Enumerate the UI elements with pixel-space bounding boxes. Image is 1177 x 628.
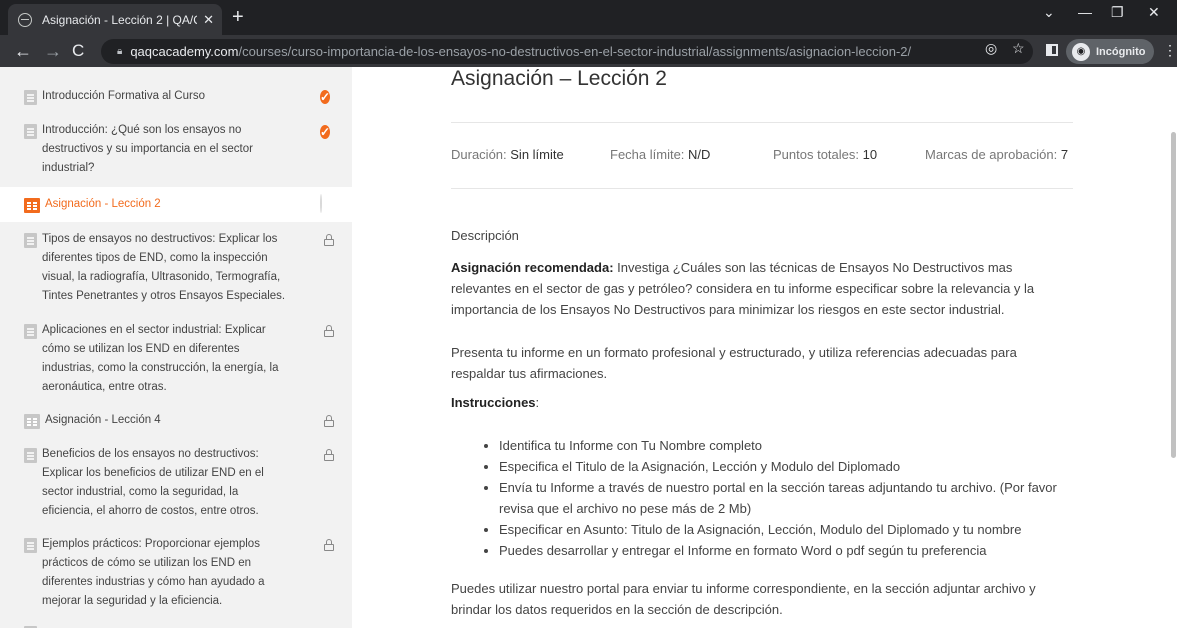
list-item: Puedes desarrollar y entregar el Informe… (499, 540, 1085, 561)
close-window-button[interactable]: ✕ (1148, 4, 1160, 21)
chevron-down-icon[interactable]: ⌄ (1043, 4, 1055, 21)
lock-icon (324, 449, 334, 461)
back-button[interactable]: ← (14, 40, 32, 62)
incomplete-circle-icon (320, 194, 322, 213)
url-path: /courses/curso-importancia-de-los-ensayo… (238, 44, 912, 59)
lesson-label: Ejemplos prácticos: Proporcionar ejemplo… (42, 538, 265, 607)
lesson-label: Asignación - Lección 2 (45, 198, 161, 210)
lock-icon (324, 539, 334, 551)
browser-tab-bar: Asignación - Lección 2 | QA/QC I ✕ + ⌄ —… (0, 0, 1177, 35)
menu-icon[interactable]: ⋮ (1163, 43, 1177, 57)
meta-deadline: Fecha límite: N/D (610, 147, 711, 162)
lesson-label: Tipos de ensayos no destructivos: Explic… (42, 233, 286, 302)
eye-off-icon[interactable]: ◎ (985, 40, 997, 57)
lesson-item[interactable]: Tipos de ensayos no destructivos: Explic… (0, 230, 352, 306)
lesson-item[interactable]: Introducción: ¿Qué son los ensayos no de… (0, 121, 352, 178)
url-domain: qaqcacademy.com (130, 44, 239, 59)
lesson-item[interactable]: Aplicaciones en el sector industrial: Ex… (0, 321, 352, 397)
reload-button[interactable]: C (72, 40, 84, 62)
lock-icon (324, 325, 334, 337)
meta-pass-marks: Marcas de aprobación: 7 (925, 147, 1069, 162)
list-item: Especificar en Asunto: Titulo de la Asig… (499, 519, 1085, 540)
incognito-label: Incógnito (1096, 45, 1146, 58)
scrollbar[interactable] (1171, 132, 1176, 458)
lesson-label: Introducción Formativa al Curso (42, 90, 205, 102)
lesson-label: Asignación - Lección 4 (45, 414, 161, 426)
document-icon (24, 538, 37, 553)
assignment-icon (24, 414, 40, 429)
meta-points: Puntos totales: 10 (773, 147, 878, 162)
lesson-item-partial[interactable] (0, 623, 352, 628)
lock-icon (324, 415, 334, 427)
incognito-profile-button[interactable]: ◉ Incógnito (1066, 39, 1154, 64)
new-tab-button[interactable]: + (232, 6, 244, 28)
instructions-list: Identifica tu Informe con Tu Nombre comp… (485, 435, 1085, 561)
star-icon[interactable]: ☆ (1012, 40, 1025, 57)
lesson-item[interactable]: Asignación - Lección 4 (0, 411, 352, 430)
side-panel-icon[interactable] (1046, 44, 1058, 56)
close-tab-icon[interactable]: ✕ (203, 12, 214, 28)
incognito-icon: ◉ (1072, 42, 1090, 61)
minimize-button[interactable]: — (1078, 4, 1092, 20)
lesson-item[interactable]: Beneficios de los ensayos no destructivo… (0, 445, 352, 521)
page-title: Asignación – Lección 2 (451, 67, 667, 90)
assignment-content: Asignación – Lección 2 Duración: Sin lím… (352, 67, 1177, 628)
browser-tab[interactable]: Asignación - Lección 2 | QA/QC I ✕ (8, 4, 222, 35)
completed-check-icon: ✓ (320, 90, 331, 104)
completed-check-icon: ✓ (320, 125, 331, 139)
recommended-label: Asignación recomendada: (451, 260, 614, 275)
description-heading: Descripción (451, 228, 519, 243)
forward-button[interactable]: → (44, 40, 62, 62)
lock-icon[interactable]: 🔒︎ (117, 46, 122, 57)
meta-duration: Duración: Sin límite (451, 147, 564, 162)
lesson-label: Beneficios de los ensayos no destructivo… (42, 448, 264, 517)
address-bar[interactable]: 🔒︎ qaqcacademy.com /courses/curso-import… (101, 39, 1033, 64)
restore-button[interactable]: ❐ (1111, 4, 1124, 21)
document-icon (24, 124, 37, 139)
assignment-icon (24, 198, 40, 213)
document-icon (24, 90, 37, 105)
globe-icon (18, 12, 32, 27)
lesson-label: Aplicaciones en el sector industrial: Ex… (42, 324, 279, 393)
list-item: Especifica el Titulo de la Asignación, L… (499, 456, 1085, 477)
footer-paragraph: Puedes utilizar nuestro portal para envi… (451, 581, 1036, 617)
lock-icon (324, 234, 334, 246)
document-icon (24, 324, 37, 339)
browser-toolbar: ← → C 🔒︎ qaqcacademy.com /courses/curso-… (0, 35, 1177, 67)
present-paragraph: Presenta tu informe en un formato profes… (451, 345, 1017, 381)
instructions-heading: Instrucciones: (451, 395, 540, 410)
lesson-label: Introducción: ¿Qué son los ensayos no de… (42, 124, 253, 174)
lesson-item[interactable]: Ejemplos prácticos: Proporcionar ejemplo… (0, 535, 352, 611)
document-icon (24, 233, 37, 248)
divider (451, 188, 1073, 189)
document-icon (24, 448, 37, 463)
course-sidebar: Introducción Formativa al Curso ✓ Introd… (0, 67, 352, 628)
recommended-paragraph: Asignación recomendada: Investiga ¿Cuále… (451, 257, 1073, 320)
lesson-item[interactable]: Introducción Formativa al Curso ✓ (0, 87, 352, 106)
tab-title: Asignación - Lección 2 | QA/QC I (42, 12, 197, 27)
list-item: Envía tu Informe a través de nuestro por… (499, 477, 1085, 519)
list-item: Identifica tu Informe con Tu Nombre comp… (499, 435, 1085, 456)
lesson-item-current[interactable]: Asignación - Lección 2 (0, 187, 352, 222)
divider (451, 122, 1073, 123)
